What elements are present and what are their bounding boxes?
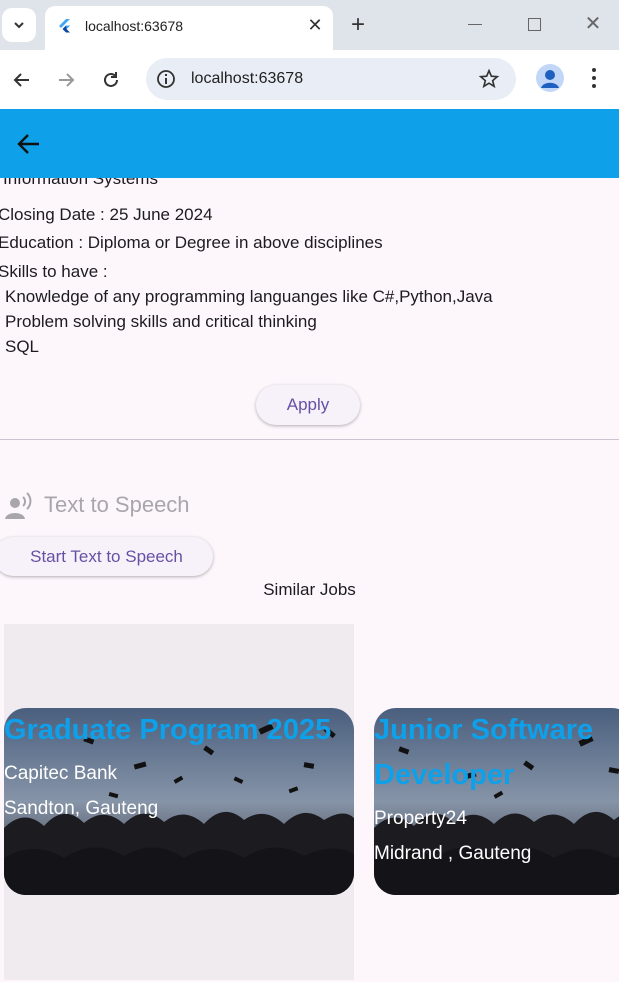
similar-job-card[interactable]: Junior Software Developer Property24 Mid… <box>374 708 619 895</box>
chevron-down-icon <box>14 22 24 29</box>
address-text: localhost:63678 <box>191 70 304 87</box>
job-title-line: Junior Software <box>374 714 594 746</box>
flutter-icon <box>59 19 70 33</box>
reload-icon <box>104 72 118 87</box>
tab-title: localhost:63678 <box>85 18 184 34</box>
site-info-icon[interactable] <box>156 69 176 89</box>
similar-job-card[interactable]: Graduate Program 2025 Capitec Bank Sandt… <box>4 708 354 895</box>
browser-toolbar: localhost:63678 <box>0 50 619 109</box>
arrow-back-icon[interactable] <box>16 131 42 157</box>
maximize-icon[interactable] <box>528 18 541 31</box>
star-icon[interactable] <box>478 68 500 90</box>
record-voice-icon <box>5 492 32 519</box>
tab-search-button[interactable] <box>2 8 36 42</box>
job-company: Capitec Bank <box>4 763 118 784</box>
job-company: Property24 <box>374 808 467 829</box>
forward-button[interactable] <box>52 66 80 94</box>
section-divider <box>0 439 619 440</box>
skill-item: SQL <box>5 337 40 356</box>
person-icon <box>541 70 559 88</box>
reload-button[interactable] <box>97 66 125 94</box>
window-close-icon[interactable]: ✕ <box>584 14 602 34</box>
skills-heading: Skills to have : <box>0 262 108 281</box>
closing-date: Closing Date : 25 June 2024 <box>0 205 213 224</box>
skill-item: Knowledge of any programming languanges … <box>5 287 493 306</box>
text-to-speech-label: Text to Speech <box>44 492 190 517</box>
skill-item: Problem solving skills and critical thin… <box>5 312 317 331</box>
arrow-right-icon <box>59 73 75 87</box>
more-vert-icon[interactable] <box>584 64 604 92</box>
profile-avatar[interactable] <box>536 64 564 92</box>
job-location: Midrand , Gauteng <box>374 843 532 864</box>
job-title-line: Developer <box>374 759 515 791</box>
back-button[interactable] <box>8 66 36 94</box>
similar-jobs-heading: Similar Jobs <box>263 580 356 599</box>
partial-text-line: Information Systems <box>3 178 158 188</box>
browser-tab[interactable]: localhost:63678 ✕ <box>45 6 333 50</box>
minimize-icon[interactable] <box>468 24 482 25</box>
job-title: Graduate Program 2025 <box>4 714 332 746</box>
close-tab-icon[interactable]: ✕ <box>305 15 325 35</box>
start-text-to-speech-button[interactable]: Start Text to Speech <box>0 537 213 576</box>
new-tab-icon[interactable]: + <box>345 11 371 38</box>
job-details-content: Information Systems Closing Date : 25 Ju… <box>0 178 619 982</box>
job-location: Sandton, Gauteng <box>4 798 159 819</box>
education-requirement: Education : Diploma or Degree in above d… <box>0 233 383 252</box>
app-bar <box>0 109 619 178</box>
address-bar[interactable]: localhost:63678 <box>146 58 516 100</box>
browser-tabstrip: localhost:63678 ✕ + ✕ <box>0 0 619 50</box>
arrow-left-icon <box>13 73 29 87</box>
apply-button[interactable]: Apply <box>256 385 360 425</box>
